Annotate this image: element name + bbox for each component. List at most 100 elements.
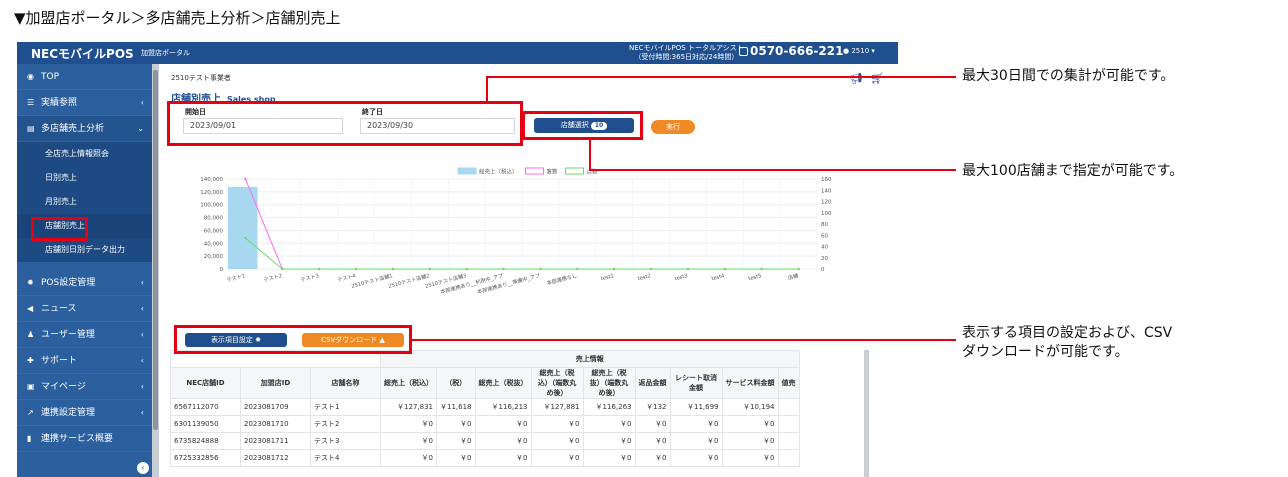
table-cell: テスト3 xyxy=(310,432,381,450)
x-tick-label: テスト3 xyxy=(300,272,320,284)
table-column-header[interactable]: 店舗名称 xyxy=(310,367,381,399)
table-cell: テスト4 xyxy=(310,449,381,467)
sidebar-item-label: 連携設定管理 xyxy=(41,408,96,418)
table-cell: ￥0 xyxy=(669,449,723,467)
table-column-header[interactable]: 総売上（税込）（端数丸め後） xyxy=(530,367,584,399)
chevron-left-icon: ‹ xyxy=(141,463,145,472)
annotation-line xyxy=(589,139,591,170)
user-menu[interactable]: ● 2510 ▾ xyxy=(843,47,875,55)
y-tick-label-left: 0 xyxy=(220,267,224,273)
x-tick-label: テスト4 xyxy=(337,272,358,284)
table-cell: 2023081712 xyxy=(240,449,311,467)
data-point xyxy=(244,236,247,240)
annotation-line xyxy=(411,339,956,341)
table-cell: 6735824888 xyxy=(170,432,241,450)
table-column-header[interactable]: 総売上（税込） xyxy=(380,367,437,399)
y-tick-label-left: 60,000 xyxy=(204,228,224,234)
table-column-header[interactable]: （税） xyxy=(436,367,476,399)
table-scrollbar[interactable] xyxy=(864,350,869,477)
annotation-box-store-select xyxy=(522,111,643,140)
sidebar-item-top[interactable]: ◉ TOP xyxy=(17,64,152,90)
annotation-store-select: 最大100店舗まで指定が可能です。 xyxy=(962,163,1184,179)
table-row[interactable]: 6725332856 2023081712 テスト4 ￥0 ￥0 ￥0 ￥0 ￥0 ￥0 ￥0 ￥0 xyxy=(170,449,800,467)
x-tick-label: 2510テスト店舗1 xyxy=(350,271,393,290)
table-cell: テスト1 xyxy=(310,398,381,416)
table-cell: ￥0 xyxy=(530,432,584,450)
list-icon: ☰ xyxy=(27,98,35,107)
x-tick-label: test1 xyxy=(600,273,614,282)
x-tick-label: test4 xyxy=(711,273,726,282)
table-row[interactable]: 6567112070 2023081709 テスト1 ￥127,831 ￥11,618 ￥… xyxy=(170,398,800,416)
table-row[interactable]: 6301139050 2023081710 テスト2 ￥0 ￥0 ￥0 ￥0 ￥0 ￥0 ￥0 ￥0 xyxy=(170,415,800,433)
table-cell: ￥127,881 xyxy=(530,398,584,416)
legend-swatch xyxy=(525,167,544,175)
annotation-buttons-line2: ダウンロードが可能です。 xyxy=(962,344,1129,360)
table-column-header[interactable]: NEC店舗ID xyxy=(170,367,241,399)
scrollbar-thumb[interactable] xyxy=(153,70,158,430)
table-cell: ￥116,213 xyxy=(474,398,532,416)
brand-subtitle: 加盟店ポータル xyxy=(141,49,190,57)
table-column-header[interactable]: 返品金額 xyxy=(634,367,671,399)
table-cell: 6725332856 xyxy=(170,449,241,467)
sidebar-item-results[interactable]: ☰ 実績参照 ‹ xyxy=(17,90,152,116)
chevron-left-icon: ‹ xyxy=(140,278,144,287)
table-cell: ￥0 xyxy=(634,432,671,450)
cart-icon[interactable]: 🛒︎ xyxy=(870,72,884,85)
data-point xyxy=(354,267,358,271)
y-tick-label-right: 100 xyxy=(821,211,832,217)
sidebar-item-integration-overview[interactable]: ▮ 連携サービス概要 xyxy=(17,426,152,452)
table-cell: ￥0 xyxy=(436,432,476,450)
sidebar-item-multistore[interactable]: ▤ 多店舗売上分析 ⌄ xyxy=(17,116,152,142)
table-column-header[interactable]: サービス料金額 xyxy=(721,367,779,399)
sidebar-collapse-button[interactable]: ‹ xyxy=(137,462,149,474)
sidebar-item-support[interactable]: ✚ サポート ‹ xyxy=(17,348,152,374)
chevron-left-icon: ‹ xyxy=(140,356,144,365)
data-point xyxy=(502,267,505,271)
table-column-header[interactable]: レシート取消金額 xyxy=(669,367,723,399)
table-row[interactable]: 6735824888 2023081711 テスト3 ￥0 ￥0 ￥0 ￥0 ￥0 ￥0 ￥0 ￥0 xyxy=(170,432,800,450)
y-tick-label-left: 120,000 xyxy=(200,190,223,196)
sidebar-subitem-daily[interactable]: 日別売上 xyxy=(17,166,152,190)
sidebar-subitem-monthly[interactable]: 月別売上 xyxy=(17,190,152,214)
table-cell xyxy=(777,415,800,433)
x-tick-label: 店舗 xyxy=(787,271,799,281)
legend-swatch xyxy=(565,167,584,175)
table-column-header[interactable]: 値売 xyxy=(777,367,800,399)
sidebar-item-label: 実績参照 xyxy=(41,98,78,108)
sidebar-item-mypage[interactable]: ▣ マイページ ‹ xyxy=(17,374,152,400)
table-cell: ￥0 xyxy=(721,432,779,450)
x-tick-label: テスト2 xyxy=(263,272,283,284)
sidebar-item-users[interactable]: ♟ ユーザー管理 ‹ xyxy=(17,322,152,348)
table-column-header[interactable]: 総売上（税抜） xyxy=(474,367,532,399)
legend-swatch xyxy=(457,167,477,175)
y-tick-label-right: 160 xyxy=(821,177,832,183)
data-point xyxy=(723,267,727,271)
top-icons: 📢︎ 🛒︎ xyxy=(849,72,884,85)
brand-logo[interactable]: NECモバイルPOS xyxy=(31,45,134,62)
table-column-header[interactable]: 総売上（税抜）（端数丸め後） xyxy=(582,367,636,399)
table-cell: ￥0 xyxy=(669,432,723,450)
y-tick-label-left: 20,000 xyxy=(204,254,224,260)
y-tick-label-left: 100,000 xyxy=(200,203,223,209)
table-column-header[interactable]: 加盟店ID xyxy=(240,367,311,399)
sidebar-scrollbar[interactable] xyxy=(152,64,159,477)
data-point xyxy=(244,177,247,181)
table-cell: 2023081711 xyxy=(240,432,311,450)
table-cell: ￥132 xyxy=(634,398,671,416)
table-cell: ￥0 xyxy=(530,415,584,433)
megaphone-icon[interactable]: 📢︎ xyxy=(849,72,863,85)
sidebar-item-integration-settings[interactable]: ↗ 連携設定管理 ‹ xyxy=(17,400,152,426)
sidebar-subitem-all-sales[interactable]: 全店売上情報照会 xyxy=(17,142,152,166)
sidebar-subitem-store-daily-export[interactable]: 店舗別日別データ出力 xyxy=(17,238,152,262)
chevron-left-icon: ‹ xyxy=(140,304,144,313)
x-tick-label: test3 xyxy=(674,273,688,282)
sidebar-item-pos-settings[interactable]: ✹ POS設定管理 ‹ xyxy=(17,270,152,296)
support-phone-number: 0570-666-221 xyxy=(750,44,844,58)
table-cell: ￥0 xyxy=(634,415,671,433)
sidebar-item-news[interactable]: ◀ ニュース ‹ xyxy=(17,296,152,322)
support-hours: （受付時間:365日対応/24時間） xyxy=(634,53,739,61)
data-point xyxy=(576,267,579,271)
table-cell: ￥0 xyxy=(380,449,437,467)
sidebar-item-label: 連携サービス概要 xyxy=(41,434,114,444)
run-button[interactable]: 実行 xyxy=(651,120,695,134)
